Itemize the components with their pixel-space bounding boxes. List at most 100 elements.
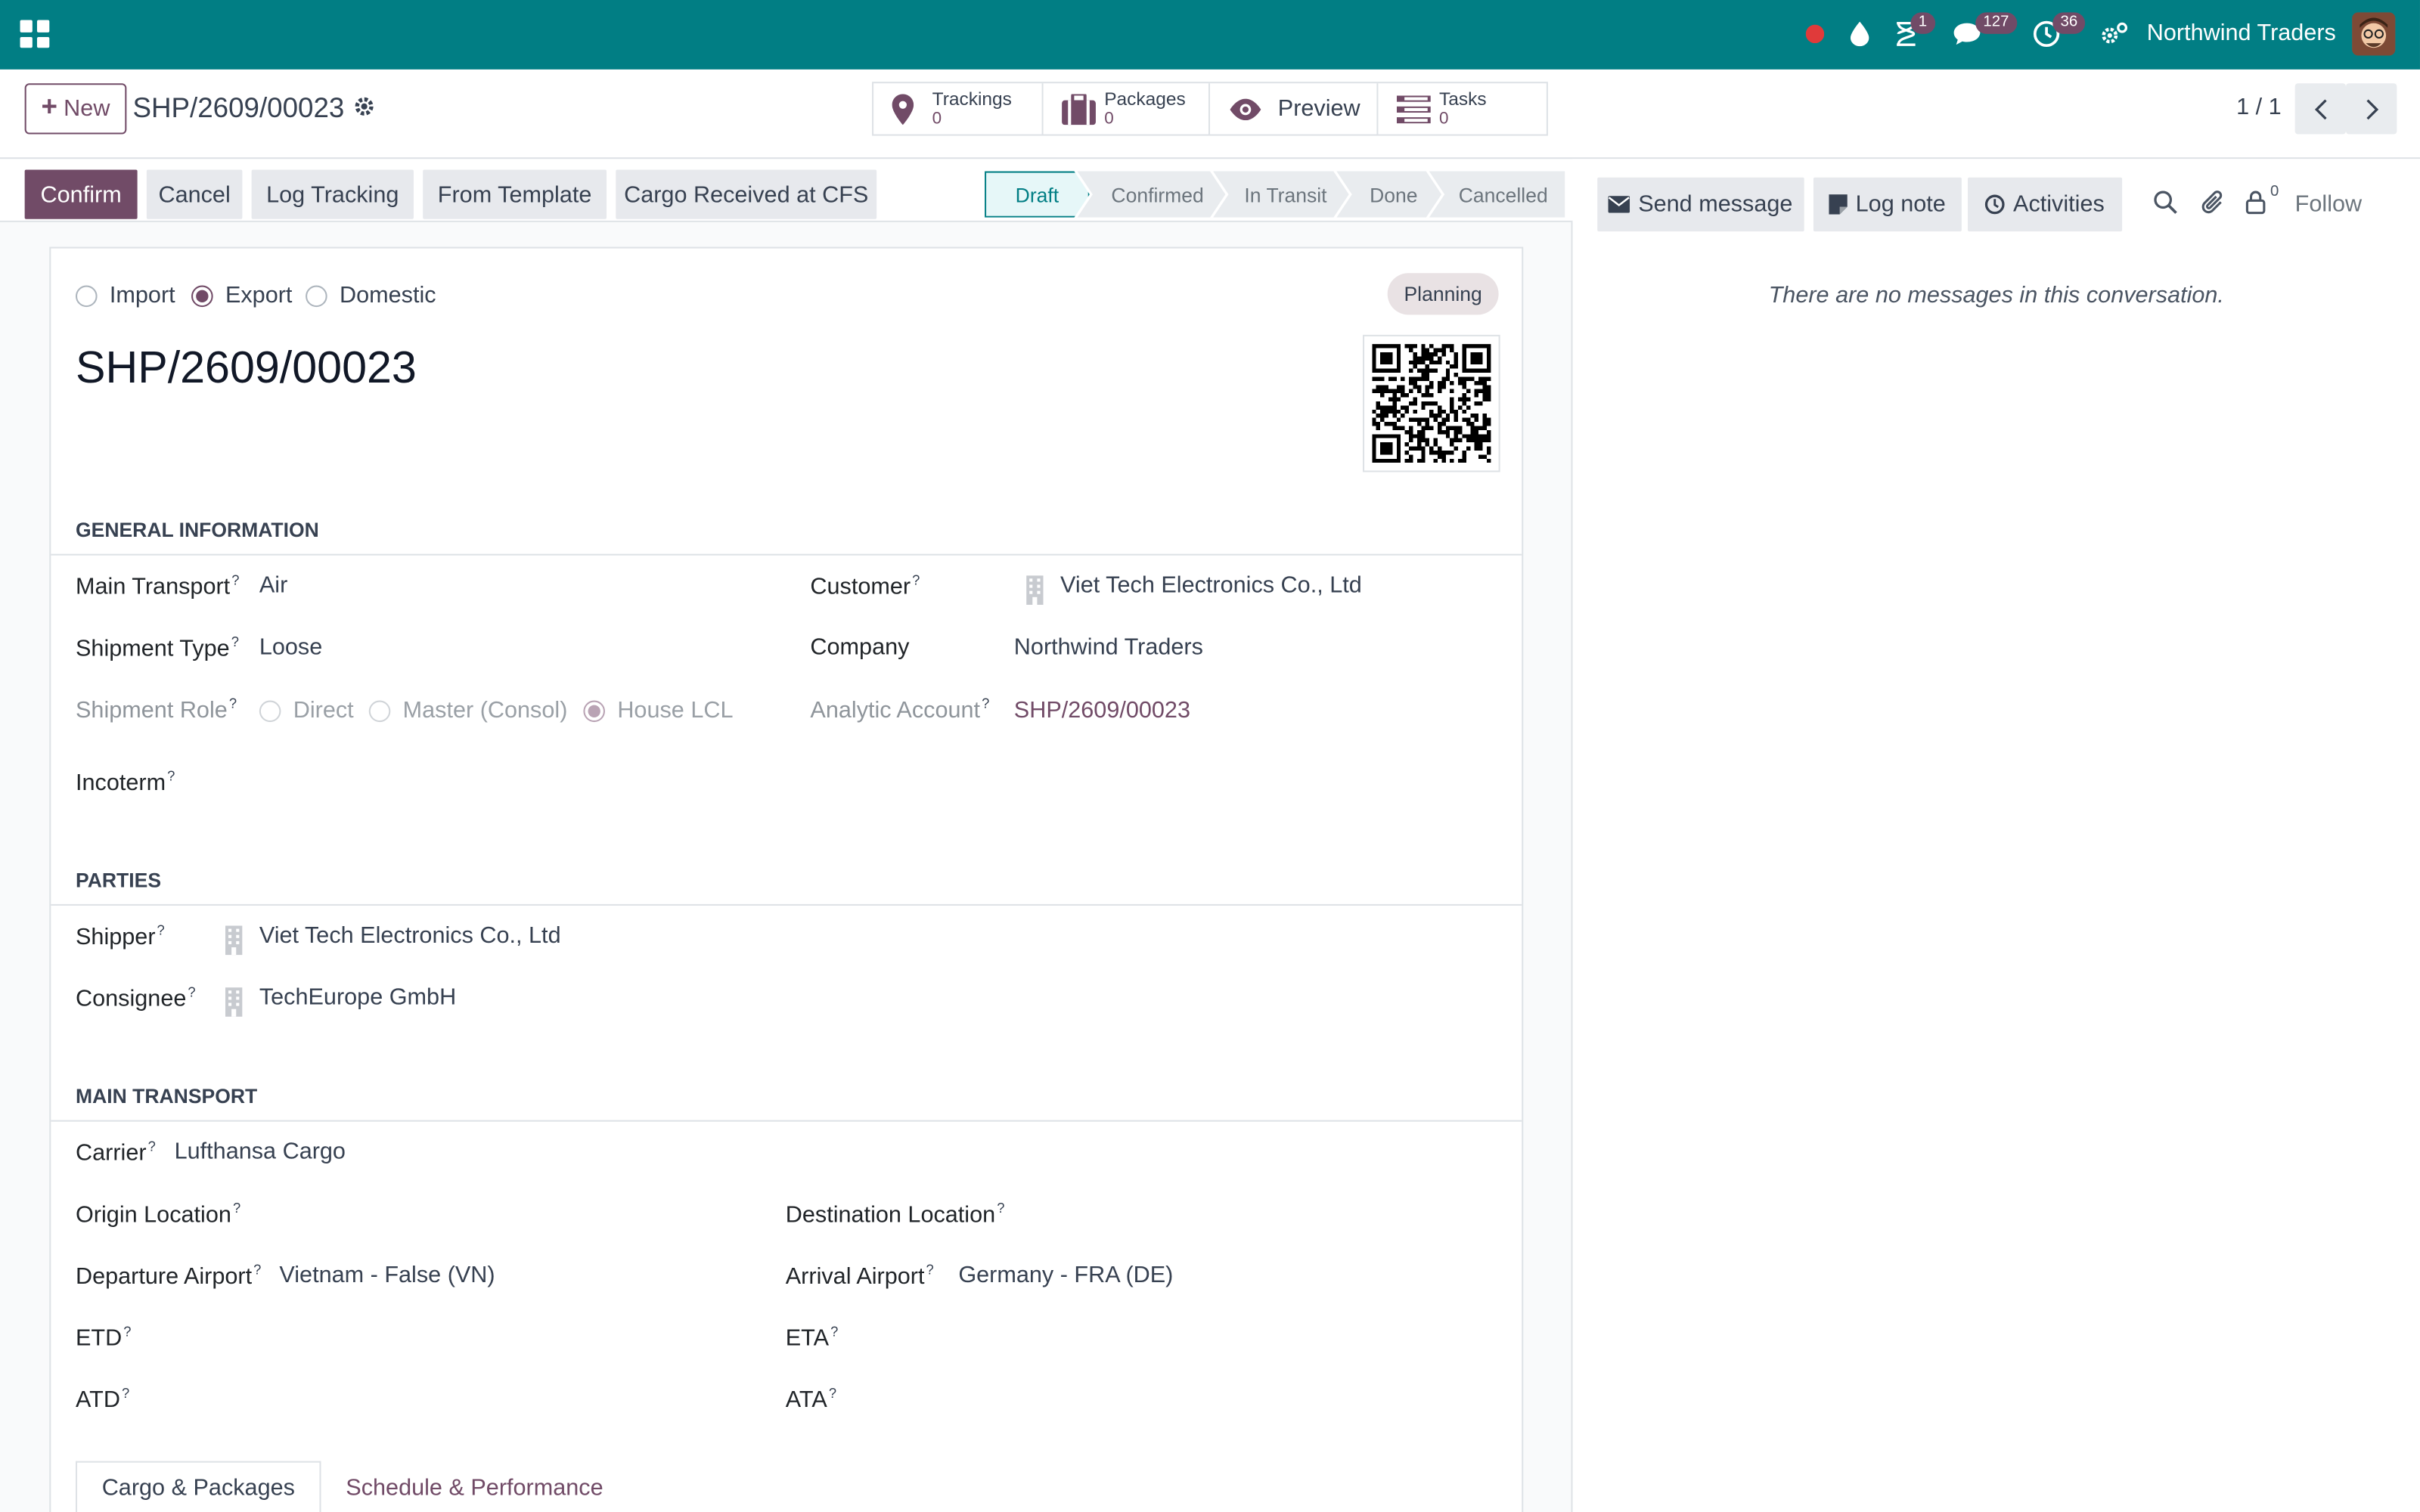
consignee-label: Consignee?	[75, 984, 196, 1012]
pager-value[interactable]: 1 / 1	[2236, 94, 2282, 120]
tab-schedule-performance[interactable]: Schedule & Performance	[321, 1461, 628, 1512]
chatter-panel: Send message Log note Activities 0 Follo…	[1572, 159, 2420, 1512]
etd-label: ETD?	[75, 1324, 132, 1352]
shipment-type-label: Shipment Type?	[75, 634, 239, 662]
suitcase-icon	[1061, 93, 1095, 125]
avatar[interactable]	[2352, 12, 2396, 56]
departure-airport-label: Departure Airport?	[75, 1262, 262, 1290]
envelope-icon	[1609, 196, 1631, 213]
smart-buttons: Trackings 0 Packages 0 Preview Tasks 0	[872, 82, 1548, 136]
pager-next-button[interactable]	[2346, 83, 2397, 135]
analytic-account-label: Analytic Account?	[810, 696, 990, 724]
direction-domestic-radio[interactable]: Domestic	[306, 282, 436, 308]
stage-confirmed[interactable]: Confirmed	[1077, 172, 1225, 218]
tasks-button[interactable]: Tasks 0	[1377, 83, 1546, 134]
section-main-transport: MAIN TRANSPORT	[51, 1085, 1522, 1122]
eta-label: ETA?	[785, 1324, 839, 1352]
company-switcher[interactable]: Northwind Traders	[2147, 20, 2336, 47]
follow-button[interactable]: Follow	[2295, 191, 2362, 218]
direction-import-radio[interactable]: Import	[75, 282, 175, 308]
shipper-label: Shipper?	[75, 922, 165, 951]
confirm-button[interactable]: Confirm	[24, 169, 138, 219]
analytic-account-link[interactable]: SHP/2609/00023	[1014, 697, 1190, 723]
main-transport-label: Main Transport?	[75, 572, 240, 600]
stage-done[interactable]: Done	[1336, 172, 1441, 218]
shipper-value[interactable]: Viet Tech Electronics Co., Ltd	[259, 922, 561, 949]
trackings-button[interactable]: Trackings 0	[873, 83, 1043, 135]
from-template-button[interactable]: From Template	[423, 169, 607, 219]
clock-icon	[1985, 194, 2006, 215]
search-icon[interactable]	[2153, 190, 2178, 222]
role-house-lcl-radio[interactable]: House LCL	[583, 697, 733, 723]
note-icon	[1829, 194, 1848, 215]
gear-icon[interactable]	[353, 96, 375, 125]
incoterm-label: Incoterm?	[75, 768, 175, 797]
arrival-airport-label: Arrival Airport?	[785, 1262, 934, 1290]
stage-in-transit[interactable]: In Transit	[1213, 172, 1349, 218]
tab-cargo-packages[interactable]: Cargo & Packages	[75, 1461, 321, 1512]
origin-location-label: Origin Location?	[75, 1200, 241, 1228]
company-value[interactable]: Northwind Traders	[1014, 634, 1203, 661]
company-label: Company	[810, 634, 910, 661]
carrier-label: Carrier?	[75, 1139, 156, 1167]
clock-badge: 36	[2052, 12, 2086, 34]
tasks-icon	[1395, 94, 1430, 123]
apps-grid-icon[interactable]	[20, 20, 50, 48]
send-message-button[interactable]: Send message	[1597, 177, 1804, 232]
customer-label: Customer?	[810, 572, 920, 600]
carrier-value[interactable]: Lufthansa Cargo	[175, 1139, 346, 1165]
eye-icon	[1230, 98, 1261, 120]
stage-draft[interactable]: Draft	[985, 172, 1090, 218]
destination-location-label: Destination Location?	[785, 1200, 1005, 1228]
shipment-role-label: Shipment Role?	[75, 696, 237, 724]
log-tracking-button[interactable]: Log Tracking	[251, 169, 414, 219]
messages-badge: 127	[1975, 12, 2017, 34]
building-icon	[225, 987, 243, 1017]
activities-button[interactable]: Activities	[1968, 177, 2123, 232]
followers-lock-icon[interactable]	[2245, 190, 2266, 222]
main-transport-value[interactable]: Air	[259, 572, 287, 599]
hourglass-icon[interactable]: 1	[1891, 12, 1935, 49]
breadcrumb-title: SHP/2609/00023	[132, 92, 345, 124]
chevron-left-icon	[2313, 98, 2326, 119]
chat-icon[interactable]: 127	[1951, 12, 2017, 49]
customer-value[interactable]: Viet Tech Electronics Co., Ltd	[1060, 572, 1362, 599]
map-pin-icon	[892, 93, 914, 125]
departure-airport-value[interactable]: Vietnam - False (VN)	[279, 1262, 495, 1288]
plus-icon: +	[41, 91, 58, 122]
ata-label: ATA?	[785, 1385, 837, 1414]
preview-button[interactable]: Preview	[1210, 83, 1378, 135]
stage-cancelled[interactable]: Cancelled	[1429, 171, 1565, 218]
control-panel: + New SHP/2609/00023 Trackings 0 Packages 0…	[0, 70, 2420, 160]
shipment-type-value[interactable]: Loose	[259, 634, 322, 661]
notebook-tabs: Cargo & Packages Schedule & Performance	[75, 1461, 628, 1512]
top-navbar: 1 127 36 Northwind Traders	[0, 0, 2420, 70]
droplet-icon[interactable]	[1844, 18, 1876, 49]
cargo-received-button[interactable]: Cargo Received at CFS	[616, 169, 877, 219]
followers-count: 0	[2270, 183, 2279, 201]
log-note-button[interactable]: Log note	[1813, 177, 1962, 232]
cancel-button[interactable]: Cancel	[146, 169, 243, 219]
atd-label: ATD?	[75, 1385, 130, 1414]
empty-conversation-text: There are no messages in this conversati…	[1768, 282, 2224, 309]
settings-icon[interactable]	[2099, 18, 2130, 49]
status-bar: Confirm Cancel Log Tracking From Templat…	[0, 159, 1573, 222]
clock-icon[interactable]: 36	[2031, 12, 2086, 49]
form-sheet: Import Export Domestic Planning SHP/2609…	[49, 246, 1524, 1512]
paperclip-icon[interactable]	[2201, 190, 2226, 224]
building-icon	[225, 925, 243, 956]
role-direct-radio[interactable]: Direct	[259, 697, 354, 723]
packages-button[interactable]: Packages 0	[1043, 83, 1210, 135]
role-master-radio[interactable]: Master (Consol)	[368, 697, 567, 723]
consignee-value[interactable]: TechEurope GmbH	[259, 984, 456, 1011]
section-general-information: GENERAL INFORMATION	[51, 519, 1522, 556]
direction-export-radio[interactable]: Export	[191, 282, 292, 308]
pager-previous-button[interactable]	[2294, 83, 2347, 135]
status-badge: Planning	[1387, 273, 1499, 315]
new-button[interactable]: + New	[24, 83, 127, 135]
record-dot-icon[interactable]	[1800, 18, 1831, 49]
arrival-airport-value[interactable]: Germany - FRA (DE)	[958, 1262, 1173, 1288]
building-icon	[1026, 575, 1044, 605]
record-title: SHP/2609/00023	[75, 344, 417, 394]
stage-pipeline: Draft Confirmed In Transit Done Cancelle…	[985, 171, 1565, 218]
